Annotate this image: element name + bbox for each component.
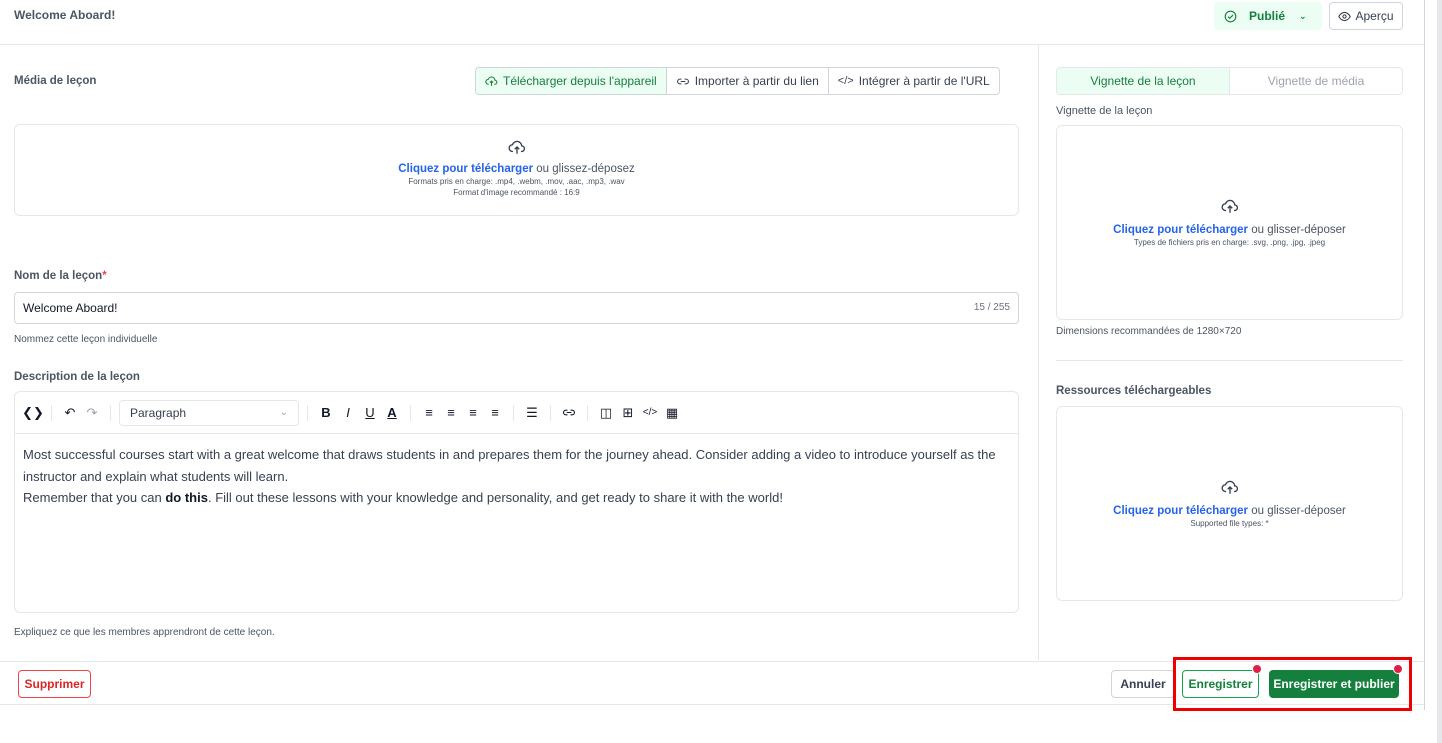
dropzone-text: ou glisser-déposer xyxy=(1248,505,1346,517)
link-icon[interactable] xyxy=(559,403,579,423)
block-format-select[interactable]: Paragraph ⌄ xyxy=(119,399,299,426)
tab-label: Télécharger depuis l'appareil xyxy=(503,74,657,88)
align-left-icon[interactable]: ≡ xyxy=(419,403,439,423)
dropzone-text: ou glisser-déposer xyxy=(1248,224,1346,236)
cancel-button[interactable]: Annuler xyxy=(1111,670,1175,698)
tab-label: Importer à partir du lien xyxy=(694,74,819,88)
thumbnail-label: Vignette de la leçon xyxy=(1056,105,1153,117)
status-dropdown[interactable]: Publié ⌄ xyxy=(1214,2,1322,30)
editor-content[interactable]: Most successful courses start with a gre… xyxy=(15,434,1018,519)
eye-icon xyxy=(1338,11,1352,21)
supported-types: Types de fichiers pris en charge: .svg, … xyxy=(1133,238,1326,247)
tab-label: Intégrer à partir de l'URL xyxy=(858,74,990,88)
bold-text: do this xyxy=(165,490,208,505)
resources-dropzone[interactable]: Cliquez pour télécharger ou glisser-dépo… xyxy=(1056,406,1403,601)
divider xyxy=(51,404,52,421)
code-icon[interactable]: </> xyxy=(640,403,660,423)
divider xyxy=(587,404,588,421)
align-justify-icon[interactable]: ≡ xyxy=(485,403,505,423)
divider xyxy=(410,404,411,421)
lesson-name-help: Nommez cette leçon individuelle xyxy=(14,334,158,345)
top-bar: Welcome Aboard! Publié ⌄ Aperçu xyxy=(0,0,1424,45)
aspect-ratio-hint: Format d'image recommandé : 16:9 xyxy=(453,188,580,197)
underline-icon[interactable]: U xyxy=(360,403,380,423)
page-title: Welcome Aboard! xyxy=(14,8,116,22)
divider xyxy=(513,404,514,421)
description-editor: ❮❯ ↶ ↷ Paragraph ⌄ B I U A ≡ ≡ ≡ ≡ ☰ ◫ ⊞… xyxy=(14,391,1019,613)
scrollbar[interactable] xyxy=(1437,0,1442,743)
description-help: Expliquez ce que les membres apprendront… xyxy=(14,627,275,638)
block-format-value: Paragraph xyxy=(130,405,187,420)
dropzone-text: ou glissez-déposez xyxy=(533,163,635,175)
character-counter: 15 / 255 xyxy=(973,302,1010,313)
link-icon xyxy=(676,78,689,84)
tab-upload-device[interactable]: Télécharger depuis l'appareil xyxy=(476,68,667,94)
media-source-tabs: Télécharger depuis l'appareil Importer à… xyxy=(475,67,1000,95)
media-embed-icon[interactable]: ◫ xyxy=(596,403,616,423)
cloud-upload-icon xyxy=(1221,480,1238,494)
highlight-annotation xyxy=(1173,657,1412,711)
tab-media-thumbnail[interactable]: Vignette de média xyxy=(1229,68,1402,94)
description-label: Description de la leçon xyxy=(14,371,140,383)
cloud-upload-icon xyxy=(485,76,498,86)
bullet-list-icon[interactable]: ☰ xyxy=(522,403,542,423)
source-code-icon[interactable]: ❮❯ xyxy=(22,403,44,423)
code-icon: </> xyxy=(837,75,854,87)
undo-icon[interactable]: ↶ xyxy=(60,403,80,423)
divider xyxy=(550,404,551,421)
text-color-icon[interactable]: A xyxy=(382,403,402,423)
redo-icon[interactable]: ↷ xyxy=(82,403,102,423)
lesson-name-input[interactable]: Welcome Aboard! 15 / 255 xyxy=(14,292,1019,324)
media-dropzone[interactable]: Cliquez pour télécharger ou glissez-dépo… xyxy=(14,124,1019,216)
cloud-upload-icon xyxy=(508,140,525,154)
italic-icon[interactable]: I xyxy=(338,403,358,423)
thumbnail-dimensions-help: Dimensions recommandées de 1280×720 xyxy=(1056,326,1242,337)
divider xyxy=(307,404,308,421)
supported-formats: Formats pris en charge: .mp4, .webm, .mo… xyxy=(408,177,625,186)
chevron-down-icon: ⌄ xyxy=(1299,10,1307,21)
required-mark: * xyxy=(102,270,107,282)
resources-label: Ressources téléchargeables xyxy=(1056,385,1212,397)
thumbnail-tabs: Vignette de la leçon Vignette de média xyxy=(1056,67,1403,95)
upload-link[interactable]: Cliquez pour télécharger xyxy=(398,163,533,175)
lesson-name-label: Nom de la leçon* xyxy=(14,270,107,282)
paragraph: Remember that you can do this. Fill out … xyxy=(23,490,783,505)
panel-edge xyxy=(1424,0,1425,710)
tab-embed-url[interactable]: </> Intégrer à partir de l'URL xyxy=(829,68,999,94)
align-right-icon[interactable]: ≡ xyxy=(463,403,483,423)
check-circle-icon xyxy=(1224,10,1237,22)
editor-toolbar: ❮❯ ↶ ↷ Paragraph ⌄ B I U A ≡ ≡ ≡ ≡ ☰ ◫ ⊞… xyxy=(15,392,1018,434)
paragraph: Most successful courses start with a gre… xyxy=(23,447,996,484)
supported-types: Supported file types: * xyxy=(1190,519,1269,528)
preview-button[interactable]: Aperçu xyxy=(1329,2,1403,30)
upload-link[interactable]: Cliquez pour télécharger xyxy=(1113,505,1248,517)
media-label: Média de leçon xyxy=(14,75,97,87)
upload-link[interactable]: Cliquez pour télécharger xyxy=(1113,224,1248,236)
cloud-upload-icon xyxy=(1221,199,1238,213)
delete-button[interactable]: Supprimer xyxy=(18,670,91,698)
status-label: Publié xyxy=(1249,9,1286,23)
chevron-down-icon: ⌄ xyxy=(279,407,288,418)
column-divider xyxy=(1038,45,1039,660)
bold-icon[interactable]: B xyxy=(316,403,336,423)
lesson-name-value: Welcome Aboard! xyxy=(23,301,118,315)
thumbnail-dropzone[interactable]: Cliquez pour télécharger ou glisser-dépo… xyxy=(1056,125,1403,320)
align-center-icon[interactable]: ≡ xyxy=(441,403,461,423)
preview-label: Aperçu xyxy=(1355,9,1394,23)
tab-lesson-thumbnail[interactable]: Vignette de la leçon xyxy=(1057,68,1229,94)
image-icon[interactable]: ▦ xyxy=(662,403,682,423)
divider xyxy=(110,404,111,421)
table-icon[interactable]: ⊞ xyxy=(618,403,638,423)
section-divider xyxy=(1056,360,1403,361)
tab-import-link[interactable]: Importer à partir du lien xyxy=(667,68,829,94)
